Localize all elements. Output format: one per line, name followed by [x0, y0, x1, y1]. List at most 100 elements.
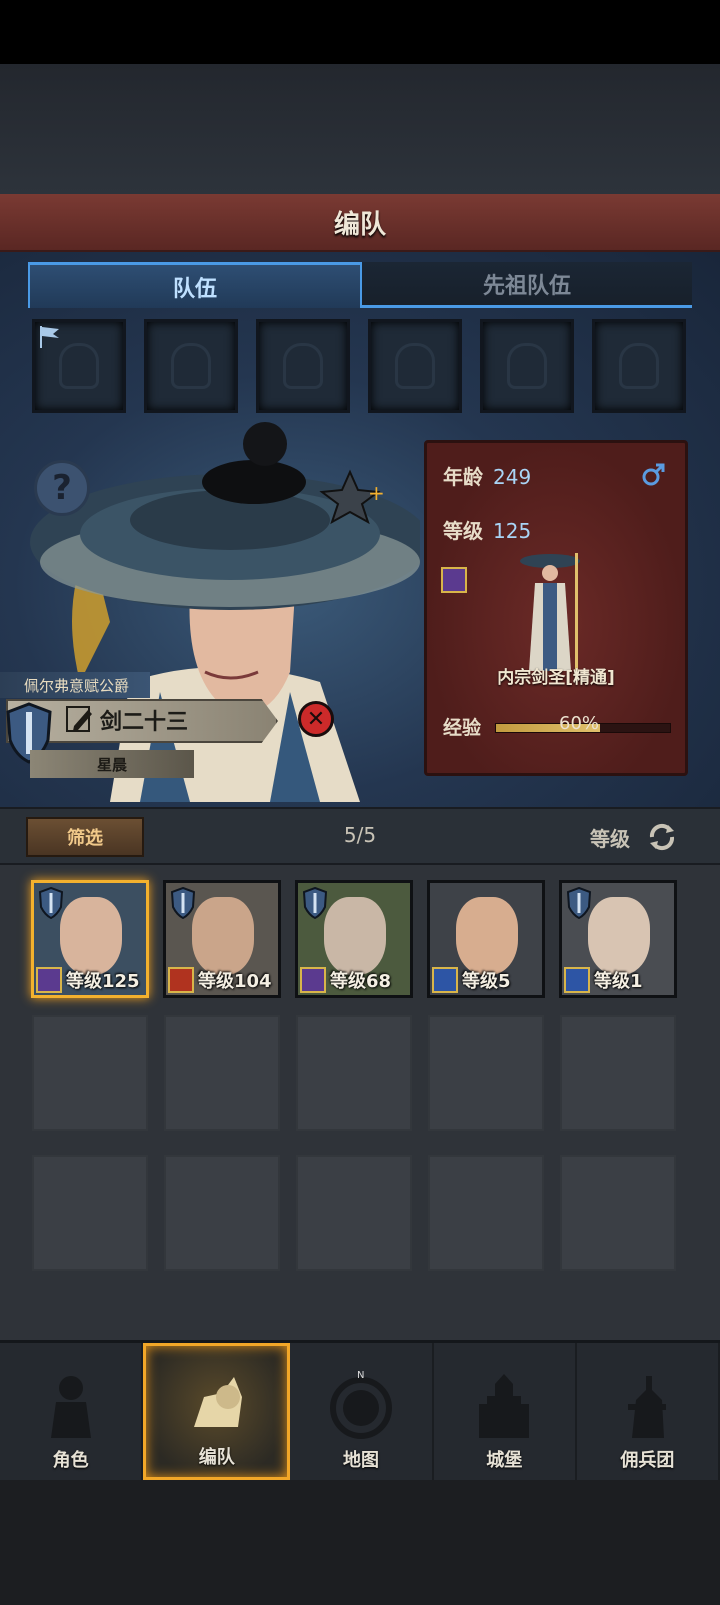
nav-item-compass-map[interactable]: N 地图: [290, 1343, 434, 1480]
empty-helmet-icon: [59, 343, 99, 389]
exp-label: 经验: [443, 717, 482, 739]
tab-ancestor-team[interactable]: 先祖队伍: [362, 262, 692, 308]
team-panel: 队伍 先祖队伍 + ? 佩尔弗意赋公爵 剑二十三 星晨 ✕ 年龄 249 等级 …: [0, 252, 720, 807]
status-bar: [0, 0, 720, 64]
team-slot[interactable]: [144, 319, 238, 413]
knight-icon: [50, 1376, 91, 1438]
hero-level: 等级104: [198, 971, 272, 992]
hero-level: 等级1: [594, 971, 643, 992]
team-slots: [32, 319, 692, 415]
nav-item-knight[interactable]: 角色: [0, 1343, 144, 1480]
svg-text:N: N: [357, 1370, 364, 1381]
age-row: 年龄 249: [443, 461, 531, 490]
shield-icon: [302, 887, 328, 919]
class-icon: [300, 967, 326, 993]
empty-roster-cell: [296, 1015, 412, 1131]
age-label: 年龄: [443, 465, 483, 489]
roster-hero-card[interactable]: 等级104: [163, 880, 281, 998]
roster-hero-card[interactable]: 等级5: [427, 880, 545, 998]
nav-label: 地图: [343, 1450, 379, 1471]
sword-class-icon: [441, 567, 467, 593]
nav-label: 角色: [52, 1450, 89, 1471]
hero-portrait: [588, 897, 650, 975]
class-icon: [168, 967, 194, 993]
level-value: 125: [493, 519, 532, 543]
hero-level: 等级5: [462, 971, 511, 992]
filter-button[interactable]: 筛选: [26, 817, 144, 857]
refresh-sort-icon[interactable]: [646, 821, 678, 853]
empty-helmet-icon: [619, 343, 659, 389]
character-title-bottom: 星晨: [30, 750, 194, 778]
hero-portrait: [60, 897, 122, 975]
shield-icon: [566, 887, 592, 919]
top-background: [0, 64, 720, 194]
team-slot[interactable]: [32, 319, 126, 413]
shield-icon: [170, 887, 196, 919]
remove-member-button[interactable]: ✕: [298, 701, 334, 737]
mercenary-icon: [628, 1376, 667, 1438]
empty-roster-cell: [428, 1155, 544, 1271]
character-title-top: 佩尔弗意赋公爵: [0, 672, 150, 698]
tab-team[interactable]: 队伍: [28, 262, 362, 308]
age-value: 249: [493, 465, 532, 489]
nav-item-formation[interactable]: 编队: [143, 1343, 291, 1480]
roster-count: 5/5: [343, 823, 377, 847]
exp-percent: 60%: [559, 713, 600, 734]
empty-roster-cell: [32, 1155, 148, 1271]
male-icon: [642, 463, 665, 486]
empty-helmet-icon: [283, 343, 323, 389]
class-figure: [520, 553, 580, 671]
sort-label[interactable]: 等级: [590, 823, 630, 852]
formation-icon: [193, 1377, 242, 1427]
class-icon: [564, 967, 590, 993]
roster-hero-card[interactable]: 等级1: [559, 880, 677, 998]
hero-portrait: [192, 897, 254, 975]
team-slot[interactable]: [592, 319, 686, 413]
nav-label: 佣兵团: [620, 1450, 675, 1471]
page-title: 编队: [333, 209, 386, 240]
empty-roster-cell: [164, 1155, 280, 1271]
bottom-nav: 角色 编队 N 地图 城堡 佣兵团: [0, 1340, 720, 1480]
help-icon[interactable]: ?: [34, 460, 90, 516]
nav-label: 编队: [198, 1447, 235, 1468]
empty-roster-cell: [428, 1015, 544, 1131]
character-name: 剑二十三: [100, 710, 189, 735]
roster-hero-card[interactable]: 等级125: [31, 880, 149, 998]
nav-item-castle[interactable]: 城堡: [434, 1343, 577, 1480]
compass-map-icon: N: [330, 1370, 392, 1439]
roster-hero-card[interactable]: 等级68: [295, 880, 413, 998]
empty-helmet-icon: [507, 343, 547, 389]
hero-portrait: [456, 897, 518, 975]
empty-roster-cell: [32, 1015, 148, 1131]
class-icon: [36, 967, 62, 993]
hero-level: 等级125: [66, 971, 140, 992]
shield-icon: [38, 887, 64, 919]
class-icon: [432, 967, 458, 993]
leader-flag-icon: [40, 326, 59, 348]
level-row: 等级 125: [443, 515, 531, 544]
svg-text:+: +: [368, 481, 385, 505]
empty-helmet-icon: [171, 343, 211, 389]
empty-roster-cell: [560, 1155, 676, 1271]
hero-level: 等级68: [330, 971, 392, 992]
team-slot[interactable]: [480, 319, 574, 413]
team-tabs: 队伍 先祖队伍: [28, 262, 692, 308]
empty-roster-cell: [164, 1015, 280, 1131]
hero-portrait: [324, 897, 386, 975]
team-slot[interactable]: [368, 319, 462, 413]
rename-edit-icon[interactable]: [64, 704, 94, 734]
class-name: 内宗剑圣[精通]: [497, 668, 615, 688]
castle-icon: [479, 1374, 530, 1438]
level-label: 等级: [443, 519, 483, 543]
empty-helmet-icon: [395, 343, 435, 389]
bottom-safe-area: [0, 1480, 720, 1605]
roster-grid: 等级125 等级104 等级68 等级5 等级1: [0, 865, 720, 1340]
character-info-card: 年龄 249 等级 125 内宗剑圣[精通] 经验 60%: [424, 440, 688, 776]
nav-label: 城堡: [486, 1450, 523, 1471]
empty-roster-cell: [560, 1015, 676, 1131]
team-slot[interactable]: [256, 319, 350, 413]
nav-item-mercenary[interactable]: 佣兵团: [577, 1343, 720, 1480]
filter-bar: 筛选 5/5 等级: [0, 807, 720, 865]
header-bar: 编队: [0, 194, 720, 252]
empty-roster-cell: [296, 1155, 412, 1271]
